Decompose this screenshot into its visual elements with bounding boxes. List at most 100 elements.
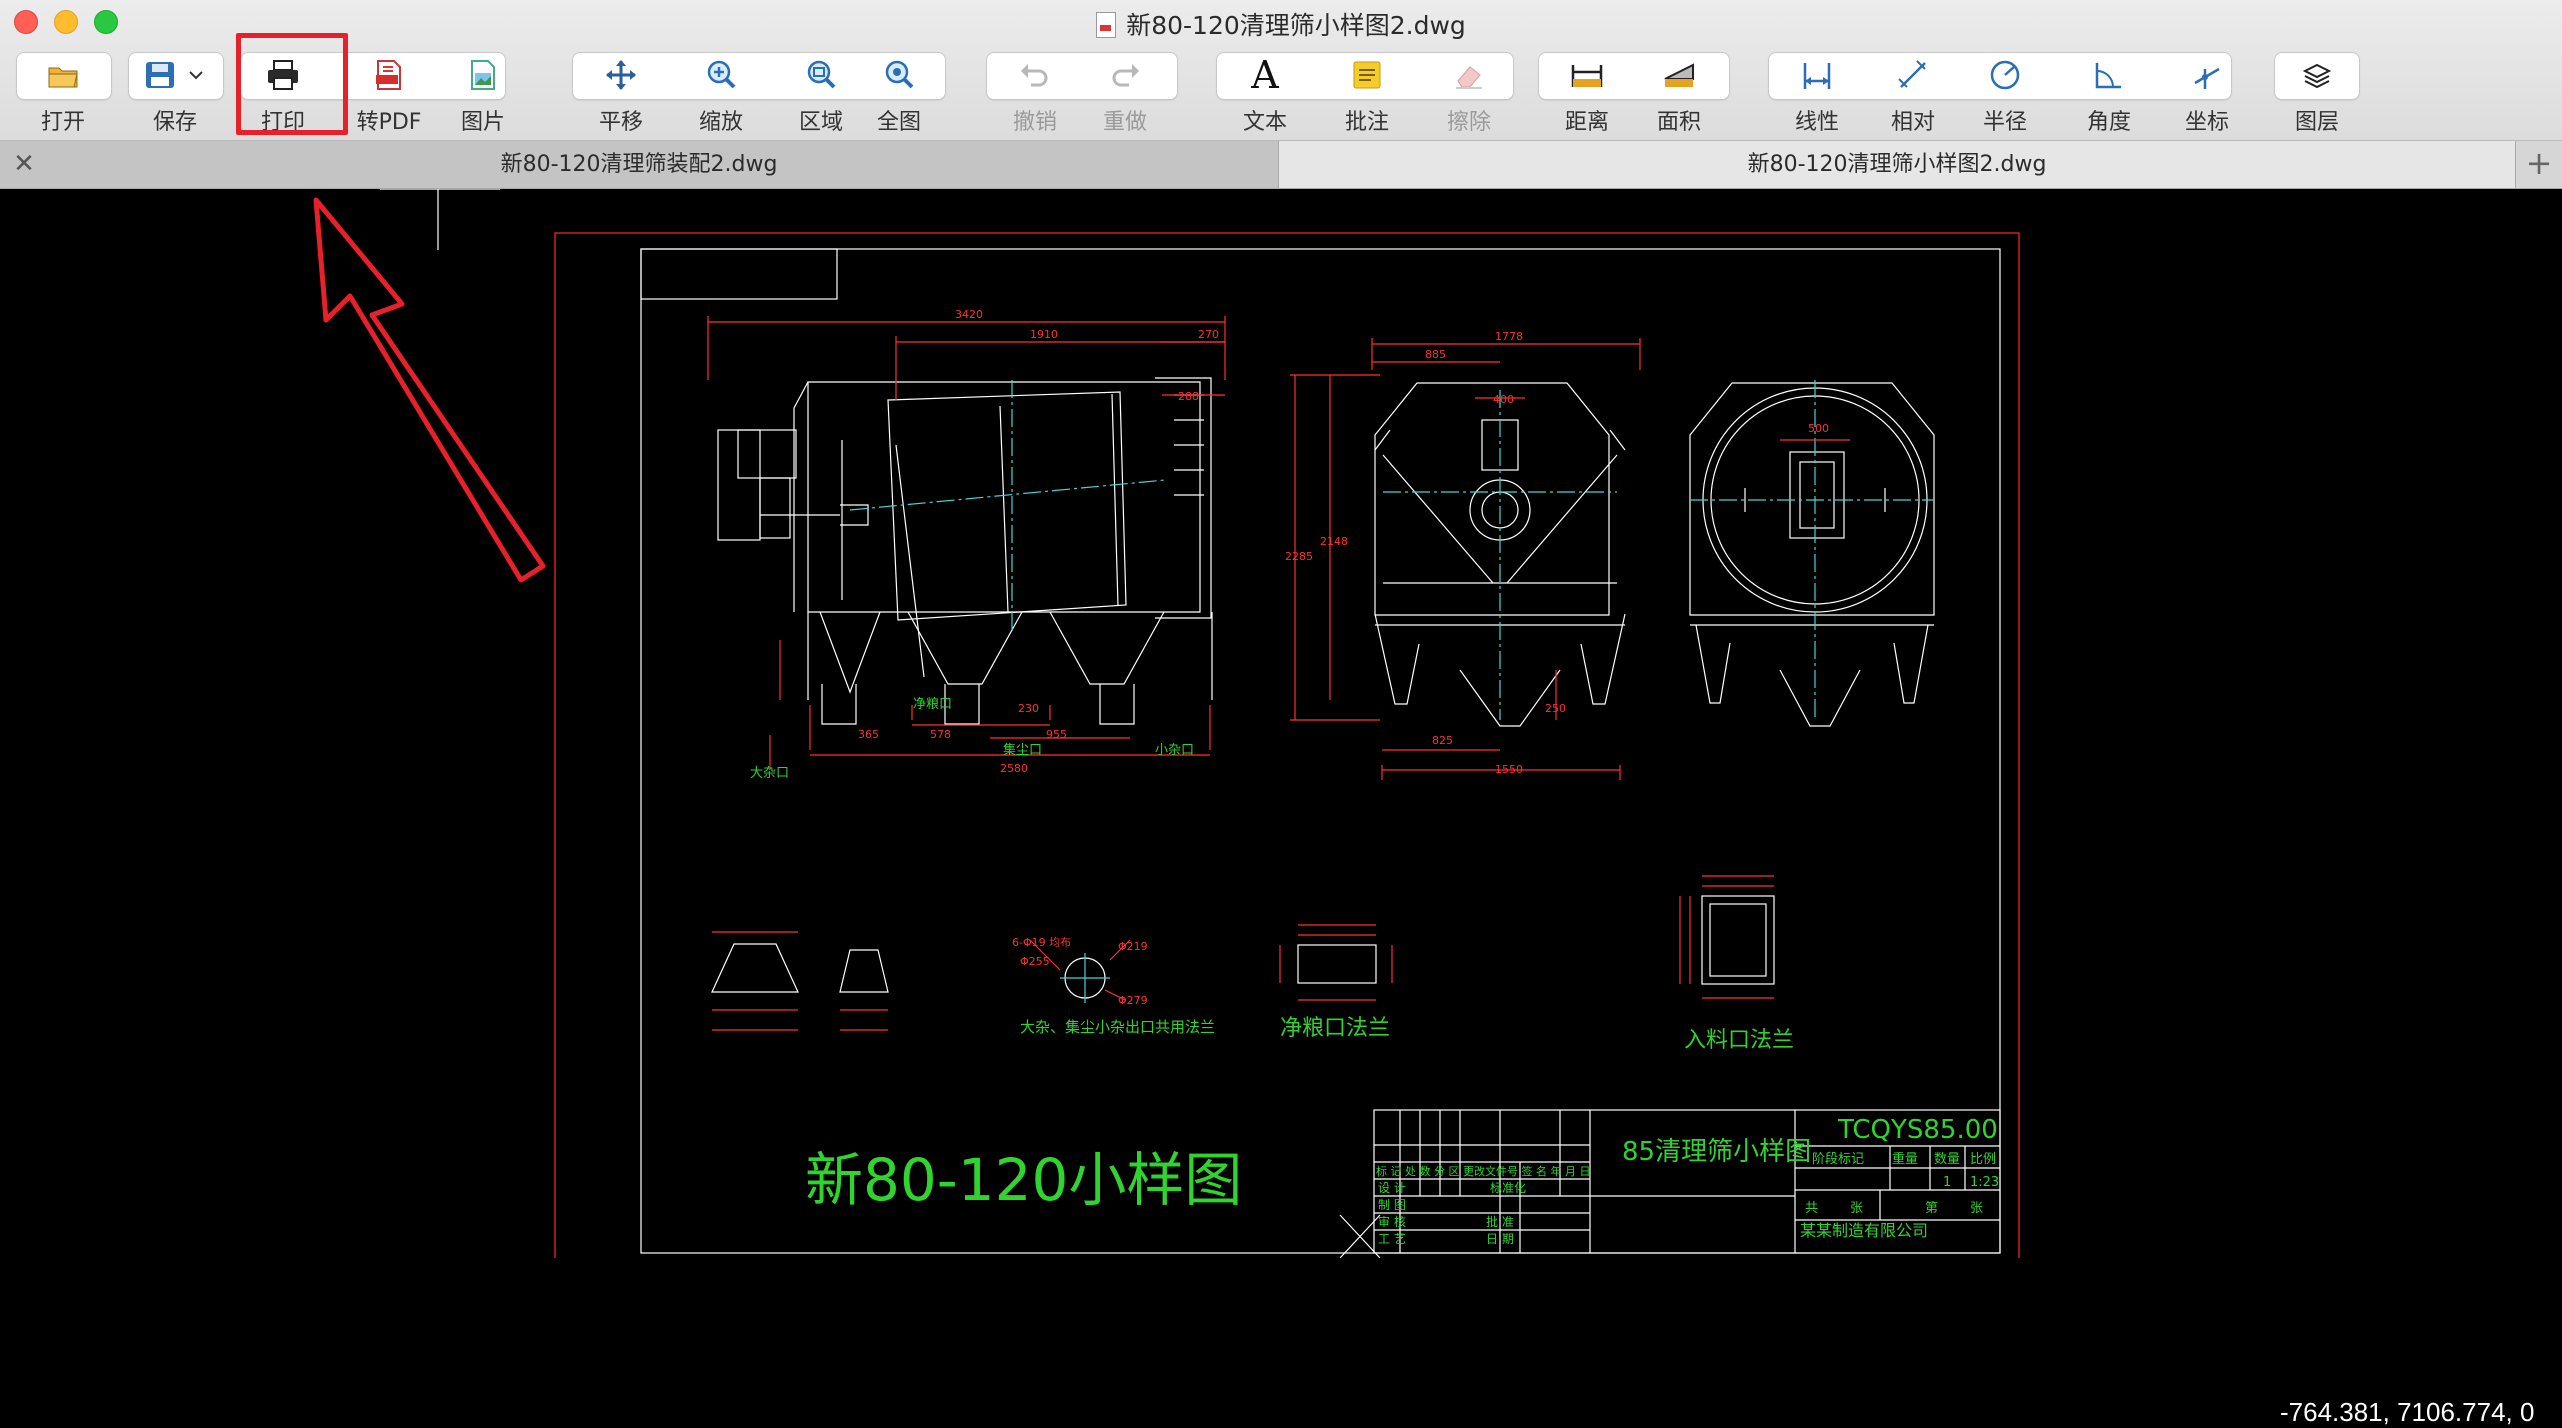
front-dimensions <box>707 316 1226 770</box>
tb-approve: 批 准 <box>1486 1214 1514 1229</box>
dim-2580: 2580 <box>1000 762 1028 775</box>
distance-button[interactable]: 距离 <box>1544 52 1630 135</box>
area-ruler-icon <box>1636 52 1722 98</box>
document-tab-bar: ✕ 新80-120清理筛装配2.dwg 新80-120清理筛小样图2.dwg + <box>0 141 2562 189</box>
layers-label: 图层 <box>2294 110 2339 135</box>
zoom-extents-button[interactable]: 全图 <box>856 52 942 135</box>
coordinate-icon <box>2164 52 2250 98</box>
relative-label: 相对 <box>1890 110 1935 135</box>
dim-3420: 3420 <box>955 308 983 321</box>
radius-circle-icon <box>1962 52 2048 98</box>
tb-qty-value: 1 <box>1943 1175 1951 1190</box>
inlet-flange-label: 入料口法兰 <box>1684 1028 1794 1053</box>
clean-grain-port-label: 净粮口 <box>913 697 952 712</box>
aligned-dimension-button[interactable]: 相对 <box>1870 52 1956 135</box>
dim-400: 400 <box>1493 393 1514 406</box>
open-label: 打开 <box>40 110 85 135</box>
zoom-button[interactable]: 缩放 <box>678 52 764 135</box>
text-tool-button[interactable]: A 文本 <box>1222 52 1308 135</box>
redo-button[interactable]: 重做 <box>1082 52 1168 135</box>
layers-button[interactable]: 图层 <box>2274 52 2360 135</box>
save-button[interactable]: 保存 <box>132 52 218 135</box>
dim-270: 270 <box>1198 328 1219 341</box>
dim-phi255: Φ255 <box>1020 955 1050 968</box>
redo-arrow-icon <box>1082 52 1168 98</box>
tb-sheet-no: 第 <box>1925 1201 1938 1216</box>
tb-mark: 阶段标记 <box>1812 1152 1864 1167</box>
area-button[interactable]: 面积 <box>1636 52 1722 135</box>
text-a-icon: A <box>1251 53 1279 97</box>
tb-scale: 比例 <box>1970 1152 1996 1167</box>
erase-label: 擦除 <box>1446 110 1491 135</box>
tb-sheet-unit: 张 <box>1850 1201 1863 1216</box>
dim-885: 885 <box>1425 348 1446 361</box>
tb-date: 日 期 <box>1486 1232 1514 1246</box>
dim-825: 825 <box>1432 734 1453 747</box>
side-dimensions <box>1290 338 1641 780</box>
angle-dimension-button[interactable]: 角度 <box>2066 52 2152 135</box>
eraser-icon <box>1426 52 1512 98</box>
folder-icon <box>20 52 106 98</box>
tb-standardization: 标准化 <box>1490 1181 1526 1195</box>
remnant-lines <box>380 189 500 250</box>
tab-sample-drawing[interactable]: 新80-120清理筛小样图2.dwg <box>1279 141 2515 188</box>
to-pdf-button[interactable]: 转PDF <box>346 52 432 135</box>
dim-2148: 2148 <box>1320 535 1348 548</box>
coordinate-label: 坐标 <box>2184 110 2229 135</box>
erase-tool-button[interactable]: 擦除 <box>1426 52 1512 135</box>
small-part-dimensions <box>712 875 1774 1031</box>
annotation-arrow <box>313 197 546 583</box>
tab-sample-label: 新80-120清理筛小样图2.dwg <box>1747 152 2047 177</box>
angle-label: 角度 <box>2086 110 2131 135</box>
drawing-frame <box>640 248 2001 1254</box>
tb-row-header: 标 记 处 数 分 区 更改文件号 签 名 年 月 日 <box>1376 1164 1590 1178</box>
dim-230: 230 <box>1018 702 1039 715</box>
new-tab-plus-icon[interactable]: + <box>2515 141 2562 188</box>
drawing-code: TCQYS85.00 <box>1837 1115 1998 1145</box>
aligned-dimension-icon <box>1870 52 1956 98</box>
pan-button[interactable]: 平移 <box>578 52 664 135</box>
open-button[interactable]: 打开 <box>20 52 106 135</box>
small-impurity-port-label: 小杂口 <box>1155 743 1194 758</box>
redo-label: 重做 <box>1102 110 1147 135</box>
linear-dimension-icon <box>1774 52 1860 98</box>
dim-500: 500 <box>1808 422 1829 435</box>
undo-button[interactable]: 撤销 <box>992 52 1078 135</box>
tb-scale-value: 1:23 <box>1970 1175 1999 1190</box>
distance-label: 距离 <box>1564 110 1609 135</box>
note-tool-button[interactable]: 批注 <box>1324 52 1410 135</box>
magnifier-full-icon <box>856 52 942 98</box>
dim-288: 288 <box>1178 390 1199 403</box>
dim-955: 955 <box>1046 728 1067 741</box>
coordinate-dimension-button[interactable]: 坐标 <box>2164 52 2250 135</box>
cad-drawing-svg: 新80-120小样图 85清理筛小样图 TCQYS85.00 净粮口法兰 入料口… <box>313 189 2020 1258</box>
window-title: 新80-120清理筛小样图2.dwg <box>0 6 2562 42</box>
dwg-file-icon <box>1096 12 1117 38</box>
cad-drawing-canvas[interactable]: 新80-120小样图 85清理筛小样图 TCQYS85.00 净粮口法兰 入料口… <box>0 189 2562 1427</box>
text-label: 文本 <box>1242 110 1287 135</box>
pdf-icon <box>346 52 432 98</box>
close-tab-icon[interactable]: ✕ <box>10 141 38 188</box>
sticky-note-icon <box>1324 52 1410 98</box>
angle-icon <box>2066 52 2152 98</box>
dim-1910: 1910 <box>1030 328 1058 341</box>
window-title-text: 新80-120清理筛小样图2.dwg <box>1126 11 1466 40</box>
to-pdf-label: 转PDF <box>356 110 422 135</box>
tab-assembly-drawing[interactable]: ✕ 新80-120清理筛装配2.dwg <box>0 141 1279 188</box>
image-button[interactable]: 图片 <box>440 52 526 135</box>
layers-stack-icon <box>2274 52 2360 98</box>
outlet-flange-label: 大杂、集尘小杂出口共用法兰 <box>1020 1018 1215 1036</box>
floppy-disk-icon <box>132 52 218 98</box>
radius-label: 半径 <box>1982 110 2027 135</box>
tab-assembly-label: 新80-120清理筛装配2.dwg <box>500 152 778 177</box>
code-box <box>640 248 838 300</box>
radius-dimension-button[interactable]: 半径 <box>1962 52 2048 135</box>
chevron-down-icon[interactable] <box>188 69 204 81</box>
dim-250: 250 <box>1545 702 1566 715</box>
distance-ruler-icon <box>1544 52 1630 98</box>
dim-1550: 1550 <box>1495 763 1523 776</box>
tb-qty: 数量 <box>1934 1152 1960 1167</box>
linear-dimension-button[interactable]: 线性 <box>1774 52 1860 135</box>
tb-row-design: 设 计 <box>1378 1181 1406 1195</box>
undo-arrow-icon <box>992 52 1078 98</box>
